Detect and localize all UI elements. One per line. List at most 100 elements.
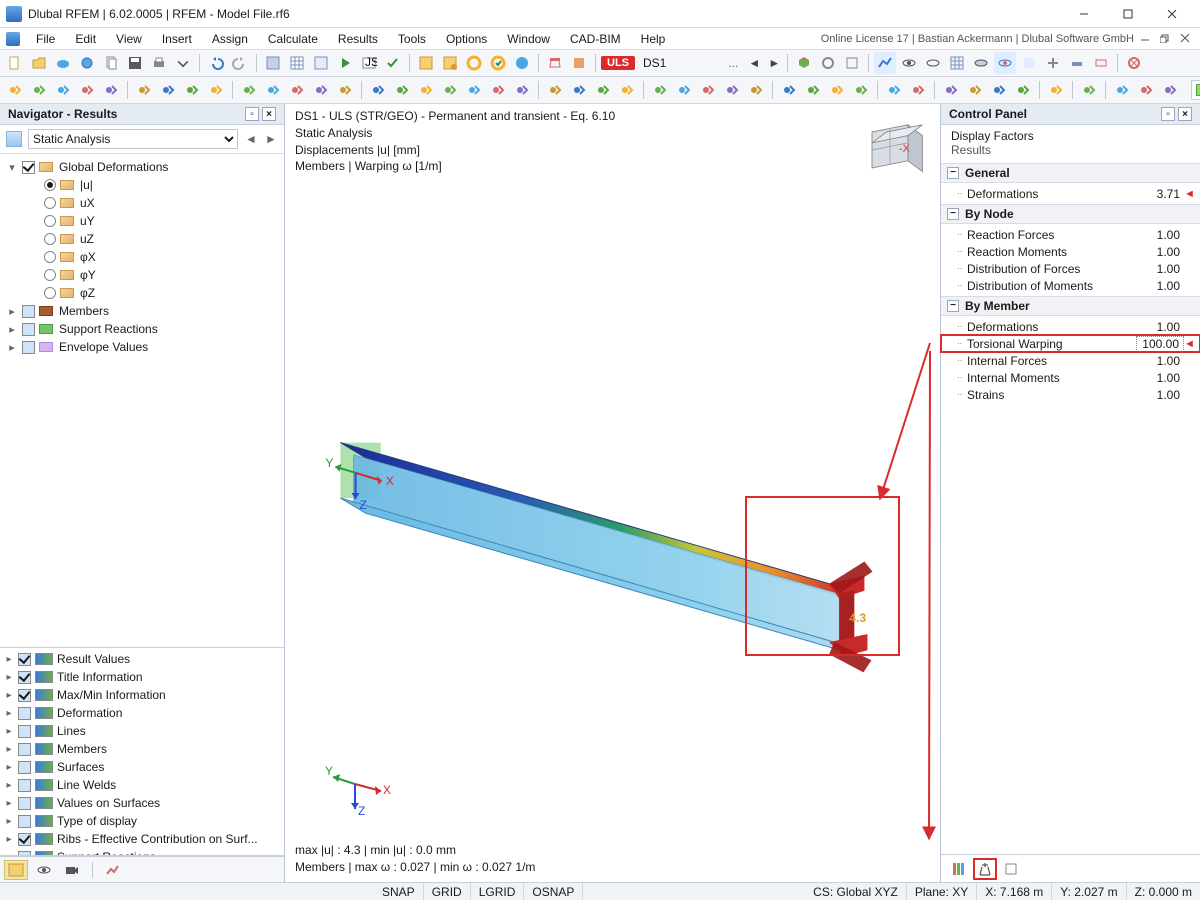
tool-misc-4[interactable] bbox=[76, 79, 98, 101]
tool-fe-b[interactable] bbox=[439, 52, 461, 74]
menu-edit[interactable]: Edit bbox=[65, 30, 106, 48]
tool-print-dropdown[interactable] bbox=[172, 52, 194, 74]
checkbox[interactable] bbox=[18, 725, 31, 738]
tool-misc-24[interactable] bbox=[592, 79, 614, 101]
tool-misc-28[interactable] bbox=[697, 79, 719, 101]
tool-script[interactable]: JS bbox=[358, 52, 380, 74]
tool-view-a[interactable] bbox=[874, 52, 896, 74]
viewport-3d[interactable]: DS1 - ULS (STR/GEO) - Permanent and tran… bbox=[285, 104, 940, 882]
status-osnap[interactable]: OSNAP bbox=[524, 883, 583, 900]
tool-misc-42[interactable] bbox=[1078, 79, 1100, 101]
tool-loads-1[interactable] bbox=[544, 52, 566, 74]
display-option-row[interactable]: ▸Title Information bbox=[0, 668, 284, 686]
display-option-row[interactable]: ▸Max/Min Information bbox=[0, 686, 284, 704]
radio[interactable] bbox=[44, 269, 56, 281]
coord-system-selector[interactable]: 1 - Global XYZ ▾ bbox=[1191, 80, 1200, 100]
checkbox[interactable] bbox=[18, 671, 31, 684]
cp-row[interactable]: ··Reaction Forces1.00 bbox=[941, 226, 1200, 243]
tree-node[interactable]: ▾Global Deformations bbox=[0, 158, 284, 176]
tool-new[interactable] bbox=[4, 52, 26, 74]
maximize-button[interactable] bbox=[1106, 0, 1150, 28]
nav-tab-camera[interactable] bbox=[60, 860, 84, 880]
tool-misc-20[interactable] bbox=[487, 79, 509, 101]
tool-copy[interactable] bbox=[100, 52, 122, 74]
tool-colors-a[interactable] bbox=[793, 52, 815, 74]
tool-misc-44[interactable] bbox=[1135, 79, 1157, 101]
tool-misc-34[interactable] bbox=[850, 79, 872, 101]
checkbox[interactable] bbox=[22, 305, 35, 318]
expand-icon[interactable]: ▸ bbox=[4, 654, 14, 665]
tool-misc-11[interactable] bbox=[262, 79, 284, 101]
cp-row-value[interactable]: 1.00 bbox=[1136, 354, 1184, 368]
tool-misc-45[interactable] bbox=[1159, 79, 1181, 101]
tool-view-e[interactable] bbox=[1066, 52, 1088, 74]
tool-globe[interactable] bbox=[511, 52, 533, 74]
tool-grid[interactable] bbox=[946, 52, 968, 74]
tool-misc-30[interactable] bbox=[745, 79, 767, 101]
tool-table-3[interactable] bbox=[310, 52, 332, 74]
tree-child[interactable]: φX bbox=[0, 248, 284, 266]
tool-misc-43[interactable] bbox=[1111, 79, 1133, 101]
menu-window[interactable]: Window bbox=[497, 30, 560, 48]
radio[interactable] bbox=[44, 179, 56, 191]
navigator-display-tree[interactable]: ▸Result Values▸Title Information▸Max/Min… bbox=[0, 647, 284, 856]
tool-misc-3[interactable] bbox=[52, 79, 74, 101]
analysis-prev[interactable]: ◄ bbox=[244, 130, 258, 148]
analysis-select[interactable]: Static Analysis bbox=[28, 129, 238, 149]
checkbox[interactable] bbox=[18, 833, 31, 846]
tool-eye-c[interactable] bbox=[970, 52, 992, 74]
tree-child[interactable]: uZ bbox=[0, 230, 284, 248]
tool-misc-21[interactable] bbox=[511, 79, 533, 101]
expand-icon[interactable]: ▸ bbox=[4, 834, 14, 845]
close-button[interactable] bbox=[1150, 0, 1194, 28]
tool-misc-33[interactable] bbox=[826, 79, 848, 101]
display-option-row[interactable]: ▸Surfaces bbox=[0, 758, 284, 776]
tool-misc-22[interactable] bbox=[544, 79, 566, 101]
tool-misc-31[interactable] bbox=[778, 79, 800, 101]
cp-row-value[interactable]: 1.00 bbox=[1136, 228, 1184, 242]
display-option-row[interactable]: ▸Line Welds bbox=[0, 776, 284, 794]
nav-tab-graph[interactable] bbox=[101, 860, 125, 880]
tool-misc-13[interactable] bbox=[310, 79, 332, 101]
menu-calculate[interactable]: Calculate bbox=[258, 30, 328, 48]
menu-view[interactable]: View bbox=[106, 30, 152, 48]
cp-row[interactable]: ··Reaction Moments1.00 bbox=[941, 243, 1200, 260]
menu-cadbim[interactable]: CAD-BIM bbox=[560, 30, 631, 48]
tree-node[interactable]: ▸Envelope Values bbox=[0, 338, 284, 356]
tool-view-c[interactable] bbox=[1018, 52, 1040, 74]
expand-icon[interactable]: ▸ bbox=[4, 672, 14, 683]
tool-misc-27[interactable] bbox=[673, 79, 695, 101]
expand-icon[interactable]: ▸ bbox=[4, 708, 14, 719]
panel-close-button[interactable]: × bbox=[1178, 107, 1192, 121]
tool-eye-a[interactable] bbox=[898, 52, 920, 74]
tree-child[interactable]: uY bbox=[0, 212, 284, 230]
ds-ellipsis[interactable]: ... bbox=[724, 56, 742, 70]
tool-misc-36[interactable] bbox=[907, 79, 929, 101]
tool-loads-2[interactable] bbox=[568, 52, 590, 74]
tool-misc-2[interactable] bbox=[28, 79, 50, 101]
cp-row-value[interactable]: 1.00 bbox=[1136, 245, 1184, 259]
tool-misc-16[interactable] bbox=[391, 79, 413, 101]
tool-misc-23[interactable] bbox=[568, 79, 590, 101]
status-lgrid[interactable]: LGRID bbox=[471, 883, 525, 900]
tool-misc-19[interactable] bbox=[463, 79, 485, 101]
display-option-row[interactable]: ▸Deformation bbox=[0, 704, 284, 722]
ds-next[interactable]: ► bbox=[766, 56, 782, 70]
expand-icon[interactable]: ▸ bbox=[4, 816, 14, 827]
cp-row[interactable]: ··Internal Forces1.00 bbox=[941, 352, 1200, 369]
tool-colors-c[interactable] bbox=[841, 52, 863, 74]
expand-icon[interactable]: ▸ bbox=[6, 323, 18, 336]
tool-fe-a[interactable] bbox=[415, 52, 437, 74]
tool-misc-8[interactable] bbox=[181, 79, 203, 101]
display-option-row[interactable]: ▸Result Values bbox=[0, 650, 284, 668]
tool-table-2[interactable] bbox=[286, 52, 308, 74]
expand-icon[interactable]: ▸ bbox=[6, 305, 18, 318]
tool-check[interactable] bbox=[382, 52, 404, 74]
cp-tab-legend[interactable] bbox=[947, 858, 971, 880]
navigator-tree[interactable]: ▾Global Deformations|u|uXuYuZφXφYφZ▸Memb… bbox=[0, 154, 284, 647]
panel-pin-button[interactable]: ▫ bbox=[1161, 107, 1175, 121]
tool-misc-10[interactable] bbox=[238, 79, 260, 101]
ds-prev[interactable]: ◄ bbox=[746, 56, 762, 70]
menu-file[interactable]: File bbox=[26, 30, 65, 48]
expand-icon[interactable]: ▸ bbox=[6, 341, 18, 354]
